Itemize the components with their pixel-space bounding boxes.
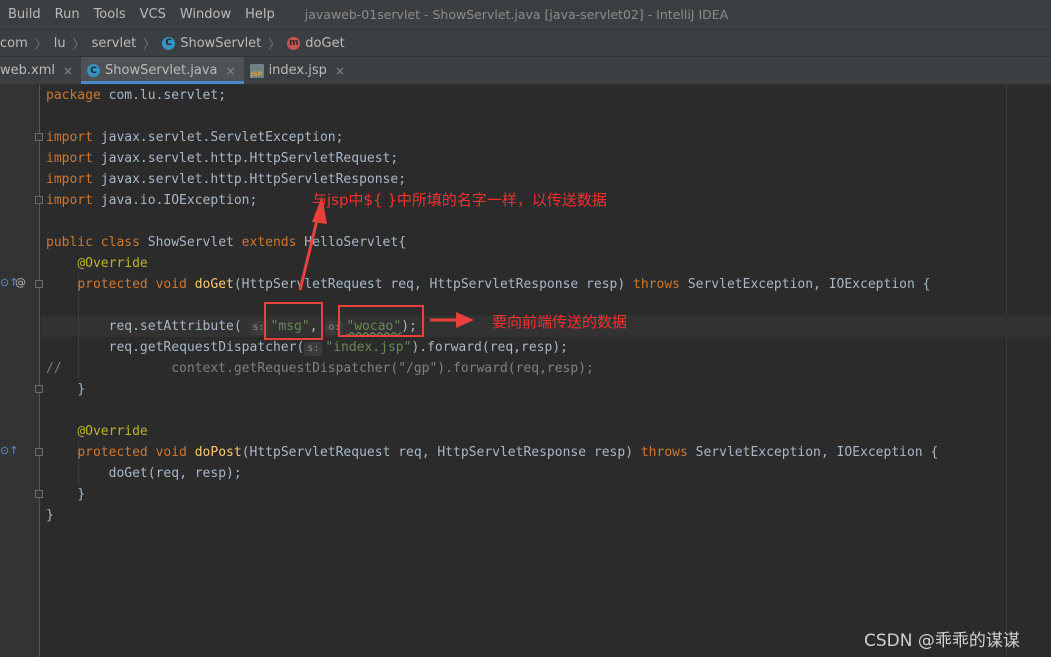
- code-line-15: }: [77, 382, 86, 397]
- class-icon: C: [162, 36, 176, 50]
- code-line-6: import java.io.IOException;: [46, 193, 258, 208]
- menu-vcs[interactable]: VCS: [136, 7, 172, 22]
- override-method-icon[interactable]: ⊙↑: [0, 444, 18, 457]
- menu-bar: Build Run Tools VCS Window Help javaweb-…: [0, 0, 1051, 29]
- menu-tools[interactable]: Tools: [90, 7, 132, 22]
- code-line-21: }: [46, 508, 54, 523]
- code-line-3: import javax.servlet.ServletException;: [46, 130, 344, 145]
- code-line-8: public class ShowServlet extends HelloSe…: [46, 235, 407, 250]
- code-line-19: doGet(req, resp);: [108, 466, 242, 481]
- watermark: CSDN @乖乖的谋谋: [864, 631, 1020, 651]
- code-line-10: protected void doGet(HttpServletRequest …: [77, 277, 931, 292]
- breadcrumb-doget[interactable]: m doGet: [287, 36, 345, 51]
- close-icon[interactable]: ×: [63, 64, 73, 78]
- annotation-at-icon: @: [15, 276, 26, 289]
- annotation-box-msg: [264, 302, 323, 340]
- chevron-right-icon: 〉: [34, 36, 47, 51]
- breadcrumb-lu[interactable]: lu: [54, 36, 66, 51]
- jsp-file-icon: JSP: [249, 63, 264, 78]
- code-line-13: req.getRequestDispatcher(s: "index.jsp").…: [108, 340, 568, 356]
- code-line-20: }: [77, 487, 86, 502]
- code-line-17: @Override: [77, 424, 148, 439]
- annotation-right-note: 要向前端传送的数据: [492, 313, 628, 331]
- code-line-14: // context.getRequestDispatcher("/gp").f…: [46, 361, 594, 376]
- menu-build[interactable]: Build: [4, 7, 47, 22]
- editor-tab-bar: web.xml × C ShowServlet.java × JSP index…: [0, 57, 1051, 85]
- close-icon[interactable]: ×: [226, 64, 236, 78]
- chevron-right-icon: 〉: [268, 36, 281, 51]
- chevron-right-icon: 〉: [143, 36, 156, 51]
- menu-window[interactable]: Window: [176, 7, 237, 22]
- breadcrumb-showservlet[interactable]: C ShowServlet: [162, 36, 261, 51]
- menu-help[interactable]: Help: [241, 7, 281, 22]
- tab-web-xml[interactable]: web.xml ×: [0, 57, 81, 84]
- breadcrumb-com[interactable]: com: [0, 36, 28, 51]
- code-line-9: @Override: [77, 256, 148, 271]
- annotation-box-wocao: [338, 305, 424, 337]
- tab-showservlet-java[interactable]: C ShowServlet.java ×: [81, 57, 244, 84]
- tab-index-jsp[interactable]: JSP index.jsp ×: [244, 57, 353, 84]
- window-title: javaweb-01servlet - ShowServlet.java [ja…: [304, 7, 729, 22]
- param-hint: s:: [304, 342, 323, 356]
- code-line-18: protected void doPost(HttpServletRequest…: [77, 445, 939, 460]
- breadcrumb-servlet[interactable]: servlet: [92, 36, 137, 51]
- code-editor[interactable]: package com.lu.servlet; import javax.ser…: [41, 85, 1051, 657]
- class-icon: C: [87, 64, 101, 77]
- menu-run[interactable]: Run: [51, 7, 86, 22]
- code-line-1: package com.lu.servlet;: [46, 88, 227, 103]
- method-icon: m: [287, 36, 301, 50]
- code-line-4: import javax.servlet.http.HttpServletReq…: [46, 151, 399, 166]
- annotation-top-note: 与jsp中${ }中所填的名字一样，以传送数据: [312, 191, 607, 209]
- editor-gutter[interactable]: ⊙↑ @ ⊙↑: [0, 85, 43, 657]
- chevron-right-icon: 〉: [72, 36, 85, 51]
- close-icon[interactable]: ×: [335, 64, 345, 78]
- code-line-5: import javax.servlet.http.HttpServletRes…: [46, 172, 407, 187]
- breadcrumb: com 〉 lu 〉 servlet 〉 C ShowServlet 〉 m d…: [0, 29, 1051, 57]
